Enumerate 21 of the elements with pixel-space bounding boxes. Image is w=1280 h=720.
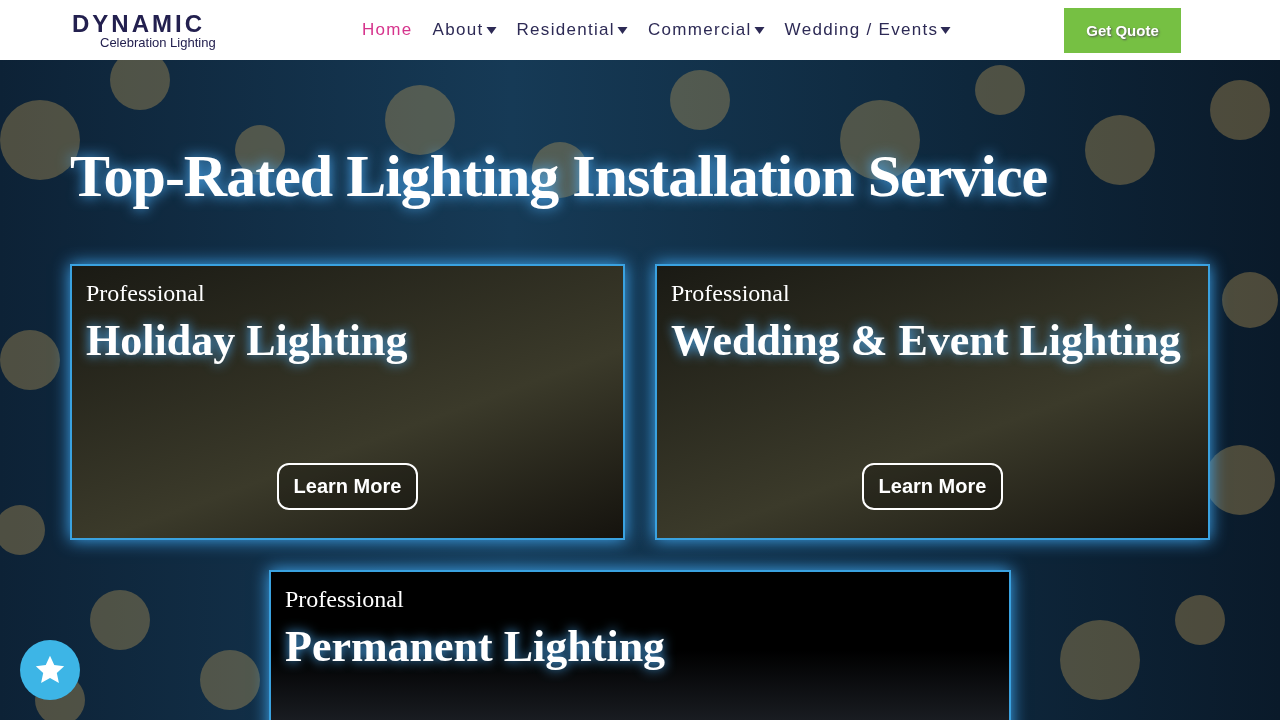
caret-icon — [485, 26, 497, 34]
hero-heading: Top-Rated Lighting Installation Service — [70, 142, 1049, 211]
caret-icon — [753, 26, 765, 34]
card-title: Permanent Lighting — [285, 621, 666, 672]
learn-more-button[interactable]: Learn More — [861, 463, 1004, 510]
reviews-button[interactable] — [20, 640, 80, 700]
learn-more-button[interactable]: Learn More — [276, 463, 419, 510]
logo-subtitle[interactable]: Celebration Lighting — [100, 35, 216, 49]
caret-icon — [940, 26, 952, 34]
card-title: Wedding & Event Lighting — [671, 315, 1181, 366]
caret-icon — [616, 26, 628, 34]
nav-link[interactable]: About — [432, 20, 497, 40]
card-eyebrow: Professional — [86, 280, 205, 307]
nav-link[interactable]: Home — [362, 20, 413, 40]
card-title: Holiday Lighting — [86, 315, 408, 366]
card-eyebrow: Professional — [671, 280, 790, 307]
logo-title[interactable]: DYNAMIC — [72, 11, 205, 36]
card-eyebrow: Professional — [285, 586, 404, 613]
nav-link[interactable]: Residential — [516, 20, 628, 40]
nav-link[interactable]: Commercial — [647, 20, 765, 40]
nav-link[interactable]: Wedding / Events — [784, 20, 952, 40]
